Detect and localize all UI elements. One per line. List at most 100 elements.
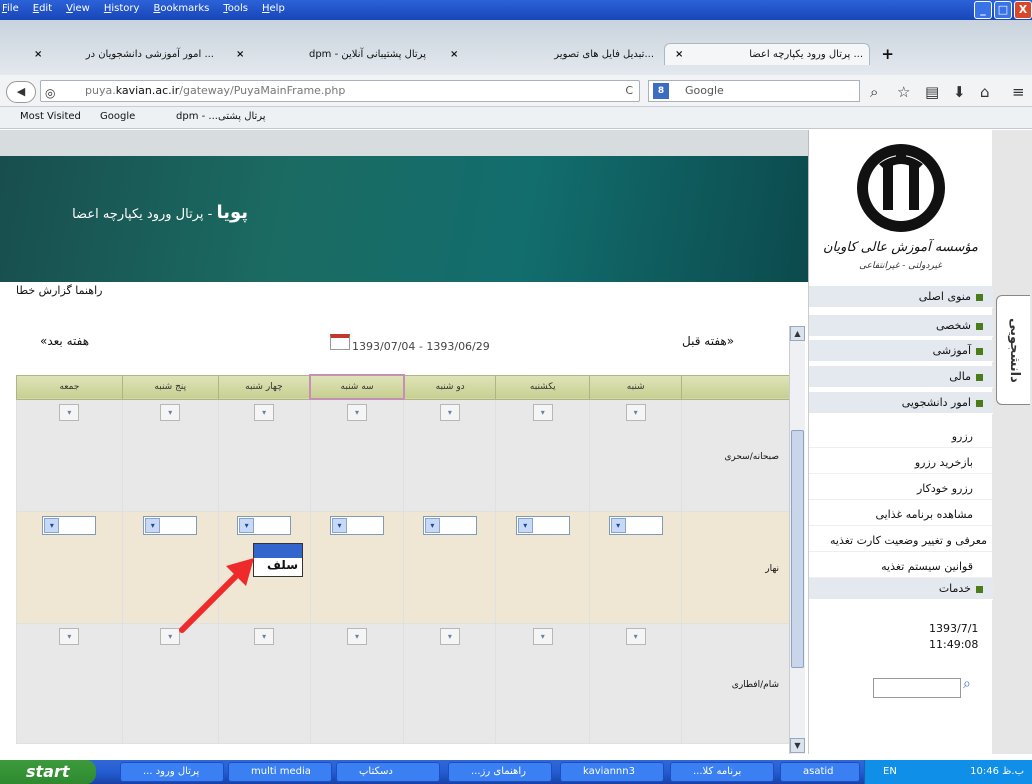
sidebar-item-view-menu[interactable]: مشاهده برنامه غذایی	[809, 504, 993, 526]
scrollbar-thumb[interactable]	[791, 430, 804, 668]
sidebar-item-rules[interactable]: قوانین سیستم تغذیه	[809, 556, 993, 578]
taskbar-item-guide[interactable]: ...راهنمای رز	[448, 762, 552, 782]
search-icon[interactable]: ⌕	[963, 676, 971, 692]
maximize-button[interactable]: □	[994, 1, 1012, 19]
chevron-down-icon[interactable]: ▾	[424, 517, 440, 533]
meal-dropdown[interactable]: ▾	[625, 627, 646, 645]
tab-image-convert[interactable]: ...تبدیل فایل های تصویر ×	[440, 43, 660, 65]
help-links[interactable]: راهنما گزارش خطا	[16, 284, 102, 297]
close-window-button[interactable]: X	[1014, 1, 1032, 19]
sidebar-search-input[interactable]	[873, 678, 961, 698]
day-header: جمعه	[16, 374, 123, 400]
menu-edit[interactable]: Edit	[33, 3, 52, 14]
meal-schedule-table: جمعه پنج شنبه چهار شنبه سه شنبه دو شنبه …	[16, 374, 790, 744]
portal-brand: پویا - پرتال ورود یکپارچه اعضا	[72, 202, 248, 223]
start-button[interactable]: start	[0, 760, 96, 784]
taskbar-item-asatid[interactable]: asatid	[780, 762, 860, 782]
language-indicator[interactable]: EN	[883, 766, 897, 777]
reload-button[interactable]: C	[625, 81, 633, 101]
home-icon[interactable]: ⌂	[980, 83, 990, 101]
meal-dropdown[interactable]: ▾	[439, 627, 460, 645]
sidebar-item-services[interactable]: خدمات	[809, 578, 993, 600]
search-icon[interactable]: ⌕	[870, 83, 878, 101]
sidebar-label: منوی اصلی	[918, 290, 971, 303]
new-tab-button[interactable]: +	[880, 43, 900, 65]
chevron-down-icon[interactable]: ▾	[239, 517, 255, 533]
meal-select[interactable]: ▾	[608, 515, 663, 535]
meal-dropdown[interactable]: ▾	[160, 403, 181, 421]
meal-dropdown[interactable]: ▾	[439, 403, 460, 421]
tab-close-icon[interactable]: ×	[446, 49, 462, 60]
scroll-up-icon[interactable]: ▲	[790, 326, 805, 341]
taskbar-item-schedule[interactable]: ...برنامه کلا	[670, 762, 774, 782]
chevron-down-icon[interactable]: ▾	[517, 517, 533, 533]
meal-dropdown[interactable]: ▾	[347, 404, 368, 421]
chevron-down-icon[interactable]: ▾	[44, 517, 60, 533]
day-header: شنبه	[589, 374, 683, 400]
downloads-icon[interactable]: ⬇	[953, 83, 966, 101]
bookmarks-menu-icon[interactable]: ▤	[925, 83, 939, 101]
sidebar-item-buyback[interactable]: بازخرید رزرو	[809, 452, 993, 474]
sidebar-item-student-affairs[interactable]: امور دانشجویی	[809, 392, 993, 414]
meal-dropdown[interactable]: ▾	[347, 627, 368, 645]
minimize-button[interactable]: _	[974, 1, 992, 19]
meal-dropdown[interactable]: ▾	[532, 627, 553, 645]
bookmark-star-icon[interactable]: ☆	[897, 83, 910, 101]
sidebar-item-personal[interactable]: شخصی	[809, 315, 993, 337]
sidebar-item-finance[interactable]: مالی	[809, 366, 993, 388]
menu-file[interactable]: File	[2, 3, 19, 14]
sidebar-item-auto-reserve[interactable]: رزرو خودکار	[809, 478, 993, 500]
menu-history[interactable]: History	[104, 3, 140, 14]
prev-week-link[interactable]: «هفته قبل	[682, 334, 734, 348]
hamburger-menu-icon[interactable]: ≡	[1012, 83, 1025, 101]
bookmark-dpm[interactable]: dpm - ...پرتال پشتی	[176, 111, 266, 122]
meal-select[interactable]: ▾	[330, 515, 385, 535]
tab-close-icon[interactable]: ×	[671, 49, 687, 60]
windows-taskbar: start ... پرتال ورود multi media دسکتاپ …	[0, 760, 1032, 784]
bullet-icon	[976, 322, 983, 330]
calendar-icon[interactable]	[330, 334, 350, 350]
menu-help[interactable]: Help	[262, 3, 285, 14]
tab-student-affairs[interactable]: ... امور آموزشی دانشجویان در ×	[24, 43, 220, 65]
tab-puya-portal[interactable]: ... پرتال ورود یکپارچه اعضا ×	[664, 43, 870, 65]
meal-dropdown[interactable]: ▾	[625, 403, 646, 421]
content-scrollbar[interactable]: ▲ ▼	[789, 326, 805, 754]
bookmark-google[interactable]: Google	[100, 111, 135, 122]
taskbar-item-multimedia[interactable]: multi media	[228, 762, 332, 782]
tab-close-icon[interactable]: ×	[30, 49, 46, 60]
chevron-down-icon[interactable]: ▾	[610, 517, 626, 533]
tab-close-icon[interactable]: ×	[232, 49, 248, 60]
meal-select[interactable]: ▾	[143, 515, 198, 535]
student-vertical-tab[interactable]: دانشجویی	[996, 295, 1030, 405]
bullet-icon	[976, 293, 983, 301]
site-identity-icon[interactable]: ◎	[45, 83, 55, 103]
taskbar-item-desktop[interactable]: دسکتاپ	[336, 762, 440, 782]
menu-view[interactable]: View	[66, 3, 90, 14]
url-input[interactable]: ◎ puya.kavian.ac.ir/gateway/PuyaMainFram…	[40, 80, 640, 102]
meal-select-open[interactable]: ▾	[237, 515, 292, 535]
meal-dropdown[interactable]: ▾	[59, 627, 80, 645]
meal-dropdown[interactable]: ▾	[532, 403, 553, 421]
tab-label: ... امور آموزشی دانشجویان در	[85, 48, 214, 60]
sidebar-item-meal-card[interactable]: معرفی و تغییر وضعیت کارت تغذیه	[809, 530, 993, 552]
chevron-down-icon[interactable]: ▾	[145, 517, 161, 533]
taskbar-item-kaviannn3[interactable]: kaviannn3	[560, 762, 664, 782]
sidebar-item-main-menu[interactable]: منوی اصلی	[809, 286, 993, 308]
back-button[interactable]: ◀	[6, 81, 36, 103]
meal-select[interactable]: ▾	[42, 515, 97, 535]
next-week-link[interactable]: هفته بعد»	[40, 334, 89, 348]
meal-select[interactable]: ▾	[515, 515, 570, 535]
search-input[interactable]: 8 Google	[648, 80, 860, 102]
sidebar-item-reserve[interactable]: رزرو	[809, 426, 993, 448]
sidebar-item-education[interactable]: آموزشی	[809, 340, 993, 362]
menu-tools[interactable]: Tools	[223, 3, 248, 14]
chevron-down-icon[interactable]: ▾	[332, 517, 348, 533]
tab-dpm-support[interactable]: پرتال پشتیبانی آنلاین - dpm ×	[226, 43, 432, 65]
meal-select[interactable]: ▾	[422, 515, 477, 535]
taskbar-item-portal[interactable]: ... پرتال ورود	[120, 762, 224, 782]
meal-dropdown[interactable]: ▾	[59, 403, 80, 421]
meal-dropdown[interactable]: ▾	[254, 403, 275, 421]
menu-bookmarks[interactable]: Bookmarks	[153, 3, 209, 14]
bookmark-most-visited[interactable]: Most Visited	[20, 111, 81, 122]
scroll-down-icon[interactable]: ▼	[790, 738, 805, 753]
